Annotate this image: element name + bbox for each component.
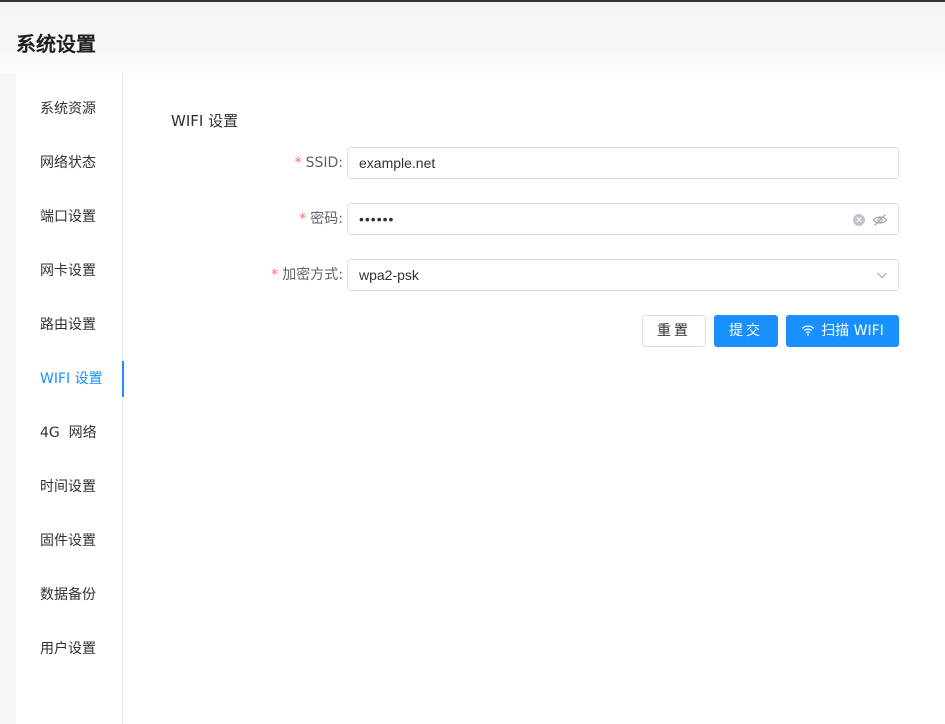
ssid-input[interactable] bbox=[348, 148, 898, 178]
eye-hidden-icon[interactable] bbox=[872, 212, 888, 228]
encryption-label: * 加密方式: bbox=[123, 259, 343, 291]
page-header: 系统设置 bbox=[0, 2, 945, 74]
sidebar-item-time-settings[interactable]: 时间设置 bbox=[16, 469, 123, 505]
settings-panel: 系统资源 网络状态 端口设置 网卡设置 路由设置 WIFI 设置 4G 网络 时… bbox=[16, 74, 945, 724]
sidebar-item-user-settings[interactable]: 用户设置 bbox=[16, 631, 123, 667]
sidebar-item-route-settings[interactable]: 路由设置 bbox=[16, 307, 123, 343]
wifi-icon bbox=[802, 325, 815, 336]
wifi-settings-content: WIFI 设置 *SSID: *密码: ✕ *加密方式: wpa2-psk bbox=[123, 74, 945, 724]
encryption-label-text: 加密方式: bbox=[282, 267, 343, 283]
encryption-value: wpa2-psk bbox=[359, 267, 419, 283]
required-mark: * bbox=[294, 155, 302, 171]
scan-wifi-label: 扫描 WIFI bbox=[821, 323, 884, 339]
sidebar-item-wifi-settings[interactable]: WIFI 设置 bbox=[16, 361, 124, 397]
sidebar-item-4g-network[interactable]: 4G 网络 bbox=[16, 415, 123, 451]
sidebar-item-nic-settings[interactable]: 网卡设置 bbox=[16, 253, 123, 289]
submit-button[interactable]: 提交 bbox=[714, 315, 778, 347]
section-title: WIFI 设置 bbox=[171, 112, 239, 130]
sidebar-item-system-resources[interactable]: 系统资源 bbox=[16, 91, 123, 127]
chevron-down-icon bbox=[877, 272, 887, 279]
sidebar-item-network-status[interactable]: 网络状态 bbox=[16, 145, 123, 181]
password-input[interactable] bbox=[348, 204, 898, 234]
sidebar-item-data-backup[interactable]: 数据备份 bbox=[16, 577, 123, 613]
ssid-field bbox=[347, 147, 899, 179]
required-mark: * bbox=[299, 211, 307, 227]
password-label: * 密码: bbox=[123, 203, 343, 235]
required-mark: * bbox=[271, 267, 279, 283]
scan-wifi-button[interactable]: 扫描 WIFI bbox=[786, 315, 899, 347]
reset-button[interactable]: 重置 bbox=[642, 315, 706, 347]
clear-icon[interactable]: ✕ bbox=[853, 214, 865, 226]
ssid-label: * SSID: bbox=[123, 147, 343, 179]
password-field: ✕ bbox=[347, 203, 899, 235]
sidebar-item-firmware-settings[interactable]: 固件设置 bbox=[16, 523, 123, 559]
settings-sidebar: 系统资源 网络状态 端口设置 网卡设置 路由设置 WIFI 设置 4G 网络 时… bbox=[16, 74, 124, 724]
ssid-label-text: SSID: bbox=[305, 155, 343, 171]
sidebar-item-port-settings[interactable]: 端口设置 bbox=[16, 199, 123, 235]
encryption-select[interactable]: wpa2-psk bbox=[347, 259, 899, 291]
password-label-text: 密码: bbox=[310, 211, 343, 227]
page-title: 系统设置 bbox=[16, 32, 96, 56]
